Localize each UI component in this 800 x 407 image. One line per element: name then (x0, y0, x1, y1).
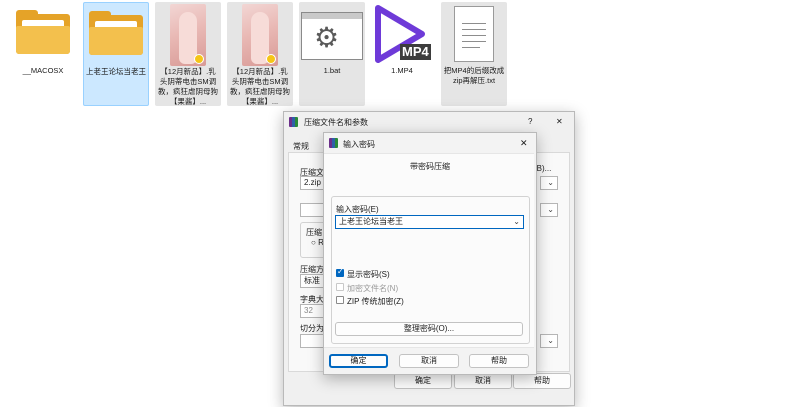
organize-passwords-button[interactable]: 整理密码(O)... (335, 322, 523, 336)
update-mode-chevron[interactable]: ⌄ (540, 203, 558, 217)
winrar-icon (289, 117, 298, 127)
password-value: 上老王论坛当老王 (339, 217, 403, 226)
file-name: 1.bat (323, 66, 341, 75)
title-bar: 压缩文件名和参数 ? ✕ (284, 112, 574, 132)
file-name: 【12月新品】.乳头阴蒂电击SM调教，疯狂虐阴母狗【果酱】... (230, 67, 290, 106)
help-button[interactable]: 帮助 (513, 373, 571, 389)
text-file-icon (454, 6, 494, 62)
photo-thumbnail (170, 4, 206, 66)
folder-icon (89, 11, 143, 55)
cancel-button[interactable]: 取消 (399, 354, 459, 368)
dialog-title: 压缩文件名和参数 (304, 118, 368, 127)
format-radio-rar[interactable]: ○ R (311, 238, 324, 247)
file-item-bat[interactable]: ⚙ 1.bat (299, 2, 365, 106)
file-name: 上老王论坛当老王 (86, 67, 146, 76)
password-dialog: 输入密码 ✕ 带密码压缩 输入密码(E) 上老王论坛当老王 ⌄ 显示密码(S) … (323, 132, 537, 375)
cancel-button[interactable]: 取消 (454, 373, 512, 389)
help-icon[interactable]: ? (528, 117, 532, 126)
file-item-photo-1[interactable]: 【12月新品】.乳头阴蒂电击SM调教，疯狂虐阴母狗【果酱】... (155, 2, 221, 106)
file-name: 【12月新品】.乳头阴蒂电击SM调教，疯狂虐阴母狗【果酱】... (158, 67, 218, 106)
split-chevron[interactable]: ⌄ (540, 334, 558, 348)
zip-legacy-label: ZIP 传统加密(Z) (347, 297, 404, 306)
close-icon[interactable]: ✕ (520, 138, 528, 149)
photo-thumbnail (242, 4, 278, 66)
tab-general[interactable]: 常规 (293, 141, 309, 152)
password-input[interactable]: 上老王论坛当老王 ⌄ (335, 215, 524, 229)
winrar-icon (329, 138, 338, 148)
password-label: 输入密码(E) (336, 205, 379, 214)
archive-name-dropdown[interactable]: ⌄ (540, 176, 558, 190)
file-item-mp4[interactable]: MP4 1.MP4 (369, 2, 435, 106)
chevron-down-icon: ⌄ (547, 178, 554, 187)
dialog-title: 输入密码 (343, 140, 375, 149)
file-item-macosx[interactable]: __MACOSX (10, 2, 76, 106)
mp4-badge: MP4 (400, 44, 431, 60)
chevron-down-icon: ⌄ (547, 205, 554, 214)
dialog-heading: 带密码压缩 (410, 162, 450, 171)
title-bar: 输入密码 ✕ (324, 133, 536, 153)
close-icon[interactable]: ✕ (556, 117, 563, 126)
chevron-down-icon: ⌄ (547, 336, 554, 345)
show-password-label: 显示密码(S) (347, 270, 390, 279)
ok-button[interactable]: 确定 (329, 354, 388, 368)
file-item-folder-selected[interactable]: 上老王论坛当老王 (83, 2, 149, 106)
format-label: 压缩 (306, 228, 322, 237)
file-name: 1.MP4 (391, 66, 413, 75)
play-icon: MP4 (372, 4, 432, 66)
show-password-checkbox[interactable] (336, 267, 344, 277)
file-item-photo-2[interactable]: 【12月新品】.乳头阴蒂电击SM调教，疯狂虐阴母狗【果酱】... (227, 2, 293, 106)
ok-button[interactable]: 确定 (394, 373, 452, 389)
encrypt-filenames-label: 加密文件名(N) (347, 284, 399, 293)
encrypt-filenames-checkbox[interactable] (336, 283, 344, 291)
gear-icon: ⚙ (301, 12, 363, 60)
folder-icon (16, 10, 70, 54)
help-button[interactable]: 帮助 (469, 354, 529, 368)
file-item-txt[interactable]: 把MP4的后缀改成zip再解压.txt (441, 2, 507, 106)
split-label: 切分为 (300, 324, 324, 333)
zip-legacy-checkbox[interactable] (336, 296, 344, 304)
file-name: 把MP4的后缀改成zip再解压.txt (443, 66, 505, 85)
file-name: __MACOSX (22, 66, 64, 75)
chevron-down-icon: ⌄ (513, 217, 520, 226)
